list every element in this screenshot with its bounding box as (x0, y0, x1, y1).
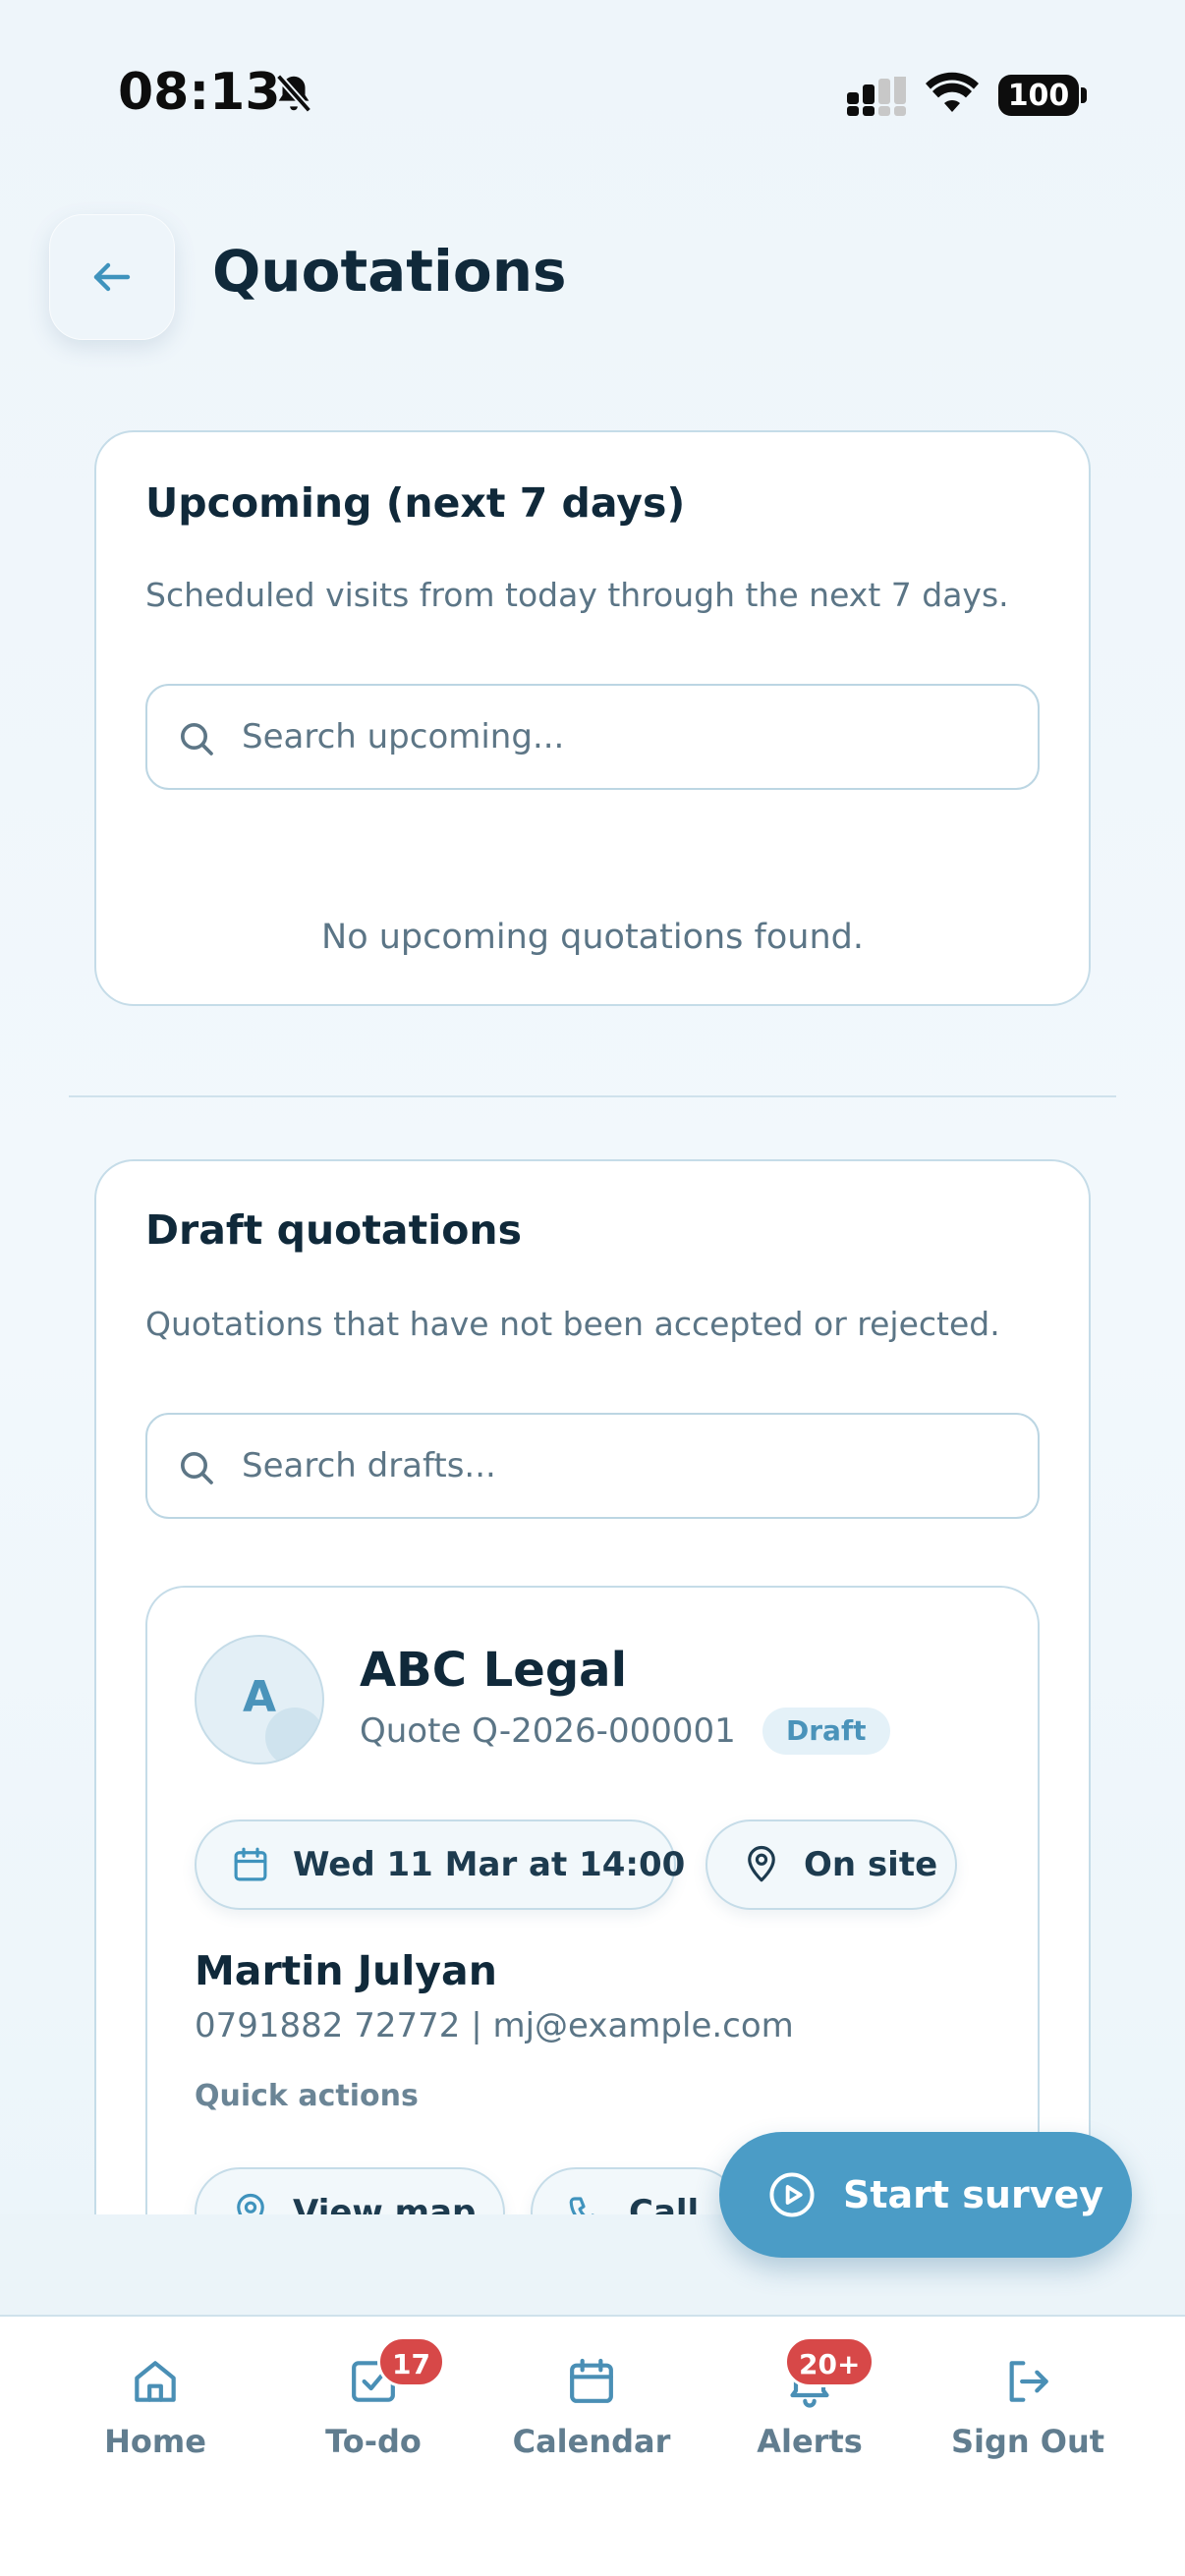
search-icon (181, 723, 213, 756)
arrow-left-icon (93, 262, 131, 292)
play-circle-icon (769, 2172, 815, 2217)
drafts-description: Quotations that have not been accepted o… (145, 1305, 1000, 1343)
drafts-search[interactable] (145, 1413, 1040, 1519)
location-pill[interactable]: On site (705, 1820, 957, 1910)
nav-todo-label: To-do (325, 2423, 422, 2460)
upcoming-empty-message: No upcoming quotations found. (321, 918, 864, 957)
status-bar: 08:13 100 (0, 0, 1185, 187)
date-pill-label: Wed 11 Mar at 14:00 (293, 1845, 686, 1884)
upcoming-description: Scheduled visits from today through the … (145, 576, 1009, 614)
nav-home-label: Home (104, 2423, 206, 2460)
nav-sign-out-label: Sign Out (950, 2423, 1105, 2460)
todo-badge: 17 (377, 2336, 445, 2387)
drafts-card: Draft quotations Quotations that have no… (94, 1159, 1091, 2258)
back-button[interactable] (49, 214, 175, 340)
avatar-letter: A (242, 1672, 277, 1722)
nav-sign-out[interactable]: Sign Out (930, 2344, 1126, 2472)
signal-icon (847, 77, 906, 116)
battery-indicator: 100 (998, 75, 1079, 116)
status-badge: Draft (762, 1708, 890, 1755)
contact-details: 0791882 72772 | mj@example.com (195, 2006, 794, 2045)
upcoming-search[interactable] (145, 684, 1040, 790)
section-divider (69, 1095, 1116, 1097)
bell-muted-icon (275, 74, 312, 113)
avatar: A (195, 1635, 324, 1764)
page-title: Quotations (212, 238, 567, 305)
sign-out-icon (1009, 2361, 1048, 2402)
drafts-search-input[interactable] (242, 1415, 1018, 1517)
start-survey-label: Start survey (843, 2173, 1104, 2216)
upcoming-card: Upcoming (next 7 days) Scheduled visits … (94, 430, 1091, 1006)
bottom-nav: Home 17 To-do Calendar 20+ Alerts Sign O… (0, 2315, 1185, 2576)
calendar-icon (570, 2358, 613, 2403)
date-pill[interactable]: Wed 11 Mar at 14:00 (195, 1820, 685, 1910)
upcoming-search-input[interactable] (242, 686, 1018, 788)
contact-name: Martin Julyan (195, 1947, 497, 1994)
nav-todo[interactable]: 17 To-do (275, 2336, 472, 2472)
alerts-badge: 20+ (784, 2336, 875, 2387)
quote-company: ABC Legal (360, 1643, 628, 1698)
wifi-icon (926, 72, 979, 112)
nav-home[interactable]: Home (57, 2344, 254, 2472)
home-icon (135, 2361, 176, 2402)
upcoming-title: Upcoming (next 7 days) (145, 479, 686, 527)
status-time: 08:13 (118, 63, 281, 122)
start-survey-button[interactable]: Start survey (719, 2132, 1132, 2258)
search-icon (181, 1452, 213, 1484)
quick-actions-label: Quick actions (195, 2079, 419, 2113)
nav-calendar-label: Calendar (512, 2423, 671, 2460)
quote-reference: Quote Q-2026-000001 (360, 1711, 736, 1751)
nav-alerts-label: Alerts (757, 2423, 863, 2460)
location-pin-icon (748, 1845, 775, 1882)
nav-alerts[interactable]: 20+ Alerts (711, 2336, 908, 2472)
calendar-icon (234, 1847, 267, 1881)
location-pill-label: On site (804, 1845, 938, 1884)
nav-calendar[interactable]: Calendar (493, 2344, 690, 2472)
drafts-title: Draft quotations (145, 1206, 523, 1254)
battery-cap (1081, 87, 1087, 103)
